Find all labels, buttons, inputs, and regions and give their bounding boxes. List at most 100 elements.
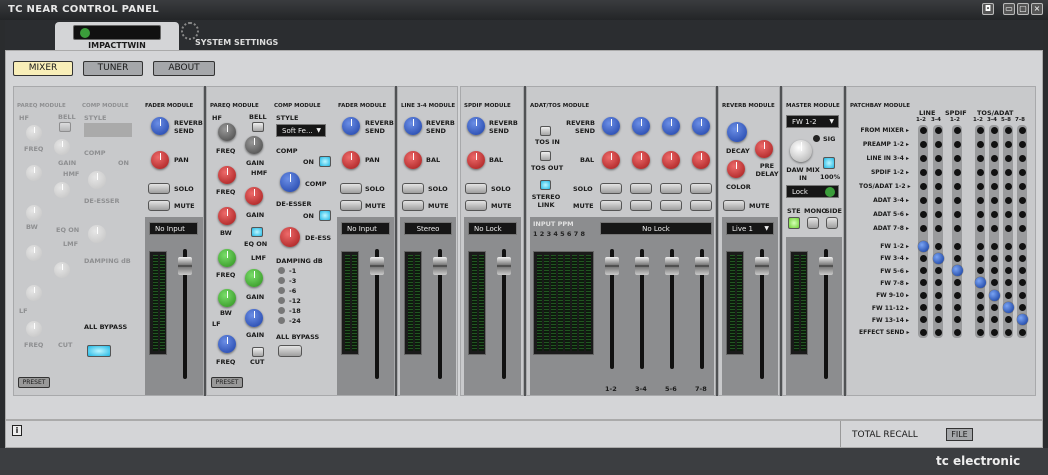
patchbay-node[interactable] (1018, 242, 1026, 250)
patchbay-node[interactable] (976, 291, 984, 299)
patchbay-node[interactable] (976, 140, 984, 148)
master-output-dropdown[interactable]: FW 1-2 (786, 115, 839, 128)
eq-on-button[interactable] (251, 227, 263, 237)
bw-knob[interactable] (218, 207, 236, 225)
patchbay-node[interactable] (919, 254, 927, 262)
patchbay-node[interactable] (976, 316, 984, 324)
solo-button[interactable] (340, 183, 362, 194)
tos-in-button[interactable] (540, 126, 551, 136)
bal-knob[interactable] (467, 151, 485, 169)
patchbay-node[interactable] (976, 126, 984, 134)
reverb-send-knob[interactable] (342, 117, 360, 135)
patchbay-node[interactable] (1018, 304, 1026, 311)
patchbay-node[interactable] (1018, 279, 1026, 287)
comp-on-button[interactable] (319, 156, 331, 167)
adat-bal-knob-1[interactable] (602, 151, 620, 169)
mute-button[interactable] (402, 200, 424, 211)
patchbay-node[interactable] (990, 242, 998, 250)
solo-button[interactable] (465, 183, 487, 194)
patchbay-node[interactable] (934, 168, 942, 176)
decay-knob[interactable] (727, 122, 747, 142)
mono-button[interactable] (807, 217, 819, 229)
mute-button[interactable] (148, 200, 170, 211)
adat-solo-1[interactable] (600, 183, 622, 194)
patchbay-route-active[interactable] (917, 240, 929, 252)
patchbay-route-active[interactable] (951, 265, 963, 277)
fader-handle[interactable] (497, 257, 511, 275)
adat-solo-3[interactable] (660, 183, 682, 194)
patchbay-node[interactable] (953, 126, 961, 134)
lmf-freq-knob[interactable] (218, 249, 236, 267)
patchbay-node[interactable] (1004, 154, 1012, 162)
de-ess-knob[interactable] (280, 227, 300, 247)
patchbay-route-active[interactable] (988, 289, 1000, 301)
nav-mixer-button[interactable]: MIXER (13, 61, 73, 76)
patchbay-node[interactable] (934, 210, 942, 218)
bell-toggle[interactable] (252, 122, 264, 132)
patchbay-node[interactable] (953, 291, 961, 299)
patchbay-node[interactable] (919, 182, 927, 190)
patchbay-node[interactable] (1004, 182, 1012, 190)
fader-handle-2[interactable] (635, 257, 649, 275)
fader-handle[interactable] (178, 257, 192, 275)
adat-solo-4[interactable] (690, 183, 712, 194)
patchbay-node[interactable] (1004, 291, 1012, 299)
patchbay-node[interactable] (976, 224, 984, 232)
fader-handle[interactable] (819, 257, 833, 275)
patchbay-route-active[interactable] (1016, 314, 1028, 326)
lf-freq-knob[interactable] (218, 335, 236, 353)
reverb-send-knob[interactable] (467, 117, 485, 135)
adat-reverb-knob-4[interactable] (692, 117, 710, 135)
patchbay-node[interactable] (990, 210, 998, 218)
preset-button[interactable]: PRESET (211, 377, 243, 388)
menu-button[interactable]: ◘ (982, 3, 994, 15)
patchbay-node[interactable] (953, 279, 961, 287)
patchbay-node[interactable] (919, 154, 927, 162)
patchbay-node[interactable] (919, 291, 927, 299)
patchbay-node[interactable] (990, 224, 998, 232)
patchbay-node[interactable] (919, 126, 927, 134)
adat-solo-2[interactable] (630, 183, 652, 194)
damping-option[interactable]: -6 (289, 287, 296, 295)
patchbay-node[interactable] (976, 304, 984, 311)
fader-handle[interactable] (755, 257, 769, 275)
patchbay-node[interactable] (1018, 154, 1026, 162)
patchbay-node[interactable] (919, 328, 927, 336)
damping-option[interactable]: -12 (289, 297, 301, 305)
file-button[interactable]: FILE (946, 428, 973, 441)
patchbay-node[interactable] (934, 182, 942, 190)
patchbay-node[interactable] (1004, 196, 1012, 204)
patchbay-node[interactable] (934, 224, 942, 232)
reverb-preset-dropdown[interactable]: Live 1 (726, 222, 774, 235)
patchbay-node[interactable] (953, 182, 961, 190)
nav-tuner-button[interactable]: TUNER (83, 61, 143, 76)
patchbay-node[interactable] (1018, 196, 1026, 204)
patchbay-node[interactable] (953, 210, 961, 218)
lmf-gain-knob[interactable] (245, 269, 263, 287)
patchbay-node[interactable] (934, 279, 942, 287)
pan-knob[interactable] (342, 151, 360, 169)
tos-out-button[interactable] (540, 151, 551, 161)
patchbay-node[interactable] (976, 168, 984, 176)
patchbay-node[interactable] (919, 267, 927, 275)
adat-mute-2[interactable] (630, 200, 652, 211)
fader-handle[interactable] (370, 257, 384, 275)
mute-button[interactable] (340, 200, 362, 211)
patchbay-node[interactable] (934, 304, 942, 311)
patchbay-node[interactable] (976, 182, 984, 190)
patchbay-node[interactable] (990, 267, 998, 275)
patchbay-node[interactable] (1018, 291, 1026, 299)
patchbay-node[interactable] (1004, 210, 1012, 218)
patchbay-node[interactable] (919, 279, 927, 287)
patchbay-node[interactable] (976, 242, 984, 250)
fader-handle[interactable] (433, 257, 447, 275)
patchbay-node[interactable] (1004, 140, 1012, 148)
nav-about-button[interactable]: ABOUT (153, 61, 215, 76)
hmf-freq-knob[interactable] (218, 166, 236, 184)
source-select[interactable]: Stereo (404, 222, 452, 235)
maximize-button[interactable]: ▢ (1017, 3, 1029, 15)
patchbay-node[interactable] (934, 316, 942, 324)
patchbay-node[interactable] (919, 196, 927, 204)
color-knob[interactable] (727, 160, 745, 178)
patchbay-node[interactable] (953, 254, 961, 262)
